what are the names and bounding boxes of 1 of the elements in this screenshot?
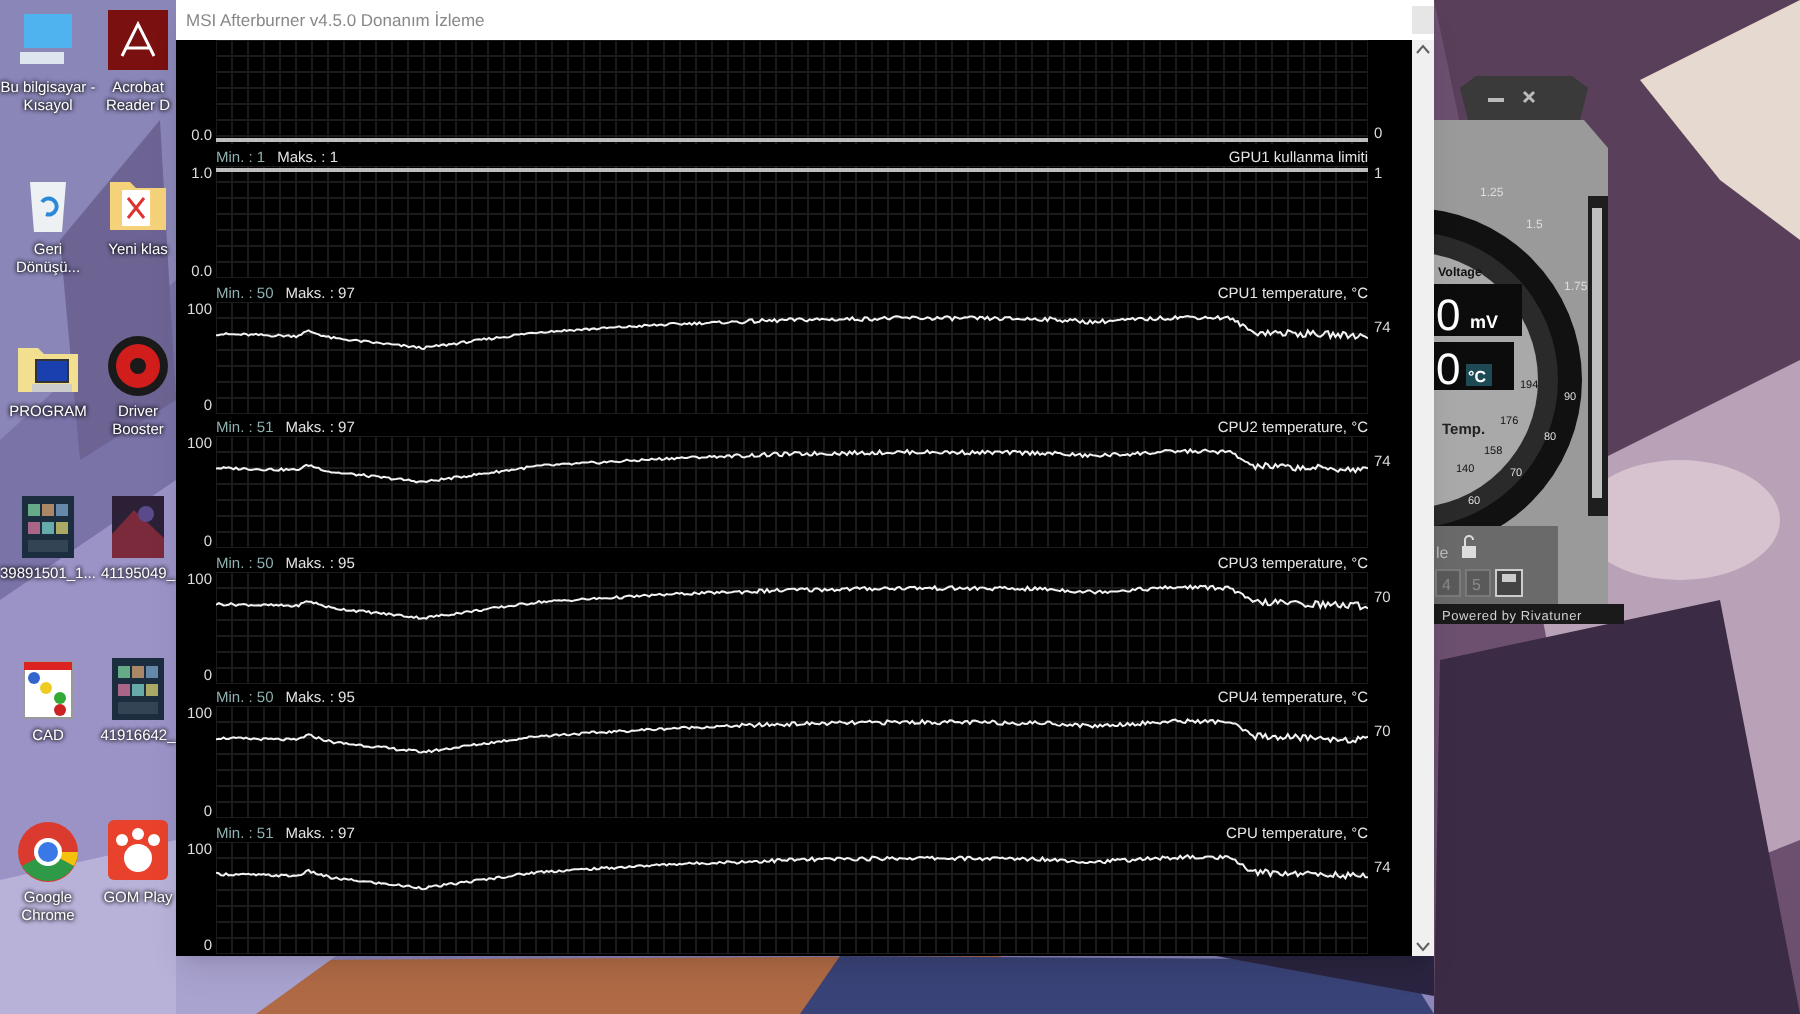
- window-title: MSI Afterburner v4.5.0 Donanım İzleme: [186, 7, 485, 33]
